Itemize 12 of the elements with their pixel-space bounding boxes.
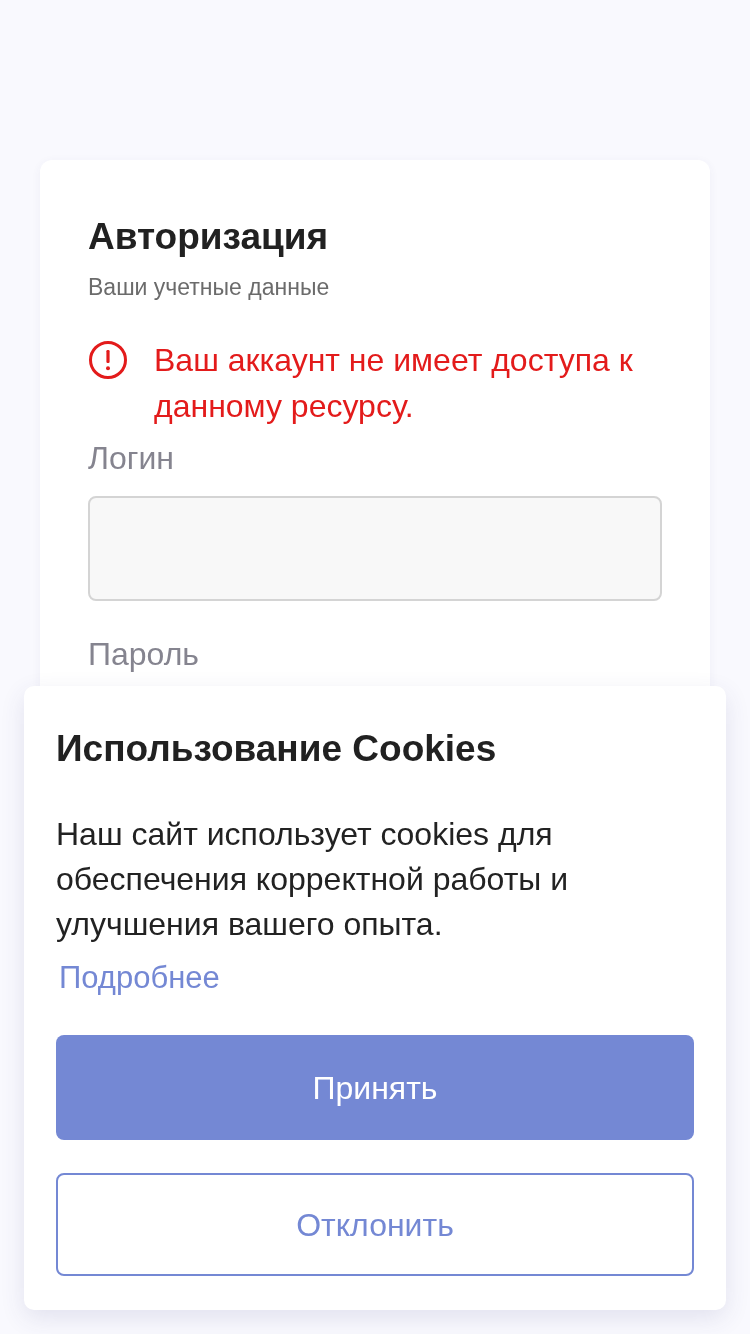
more-info-link[interactable]: Подробнее — [59, 958, 220, 998]
field-label: Пароль — [88, 636, 201, 672]
field-label: Логин — [88, 440, 175, 476]
accept-button[interactable]: Принять — [56, 1035, 694, 1140]
error-icon — [88, 340, 128, 380]
card-subtitle: Ваши учетные данные — [88, 273, 331, 301]
error-message: Ваш аккаунт не имеет доступа к данному ресурсу. — [154, 341, 634, 426]
banner-message: Наш сайт использует cookies для обеспечения корректной работы и улучшения вашего опыта. — [56, 815, 570, 944]
decline-button[interactable]: Отклонить — [56, 1173, 694, 1276]
card-title: Авторизация — [88, 216, 330, 258]
banner-title: Использование Cookies — [56, 728, 498, 770]
login-input[interactable] — [88, 496, 662, 601]
